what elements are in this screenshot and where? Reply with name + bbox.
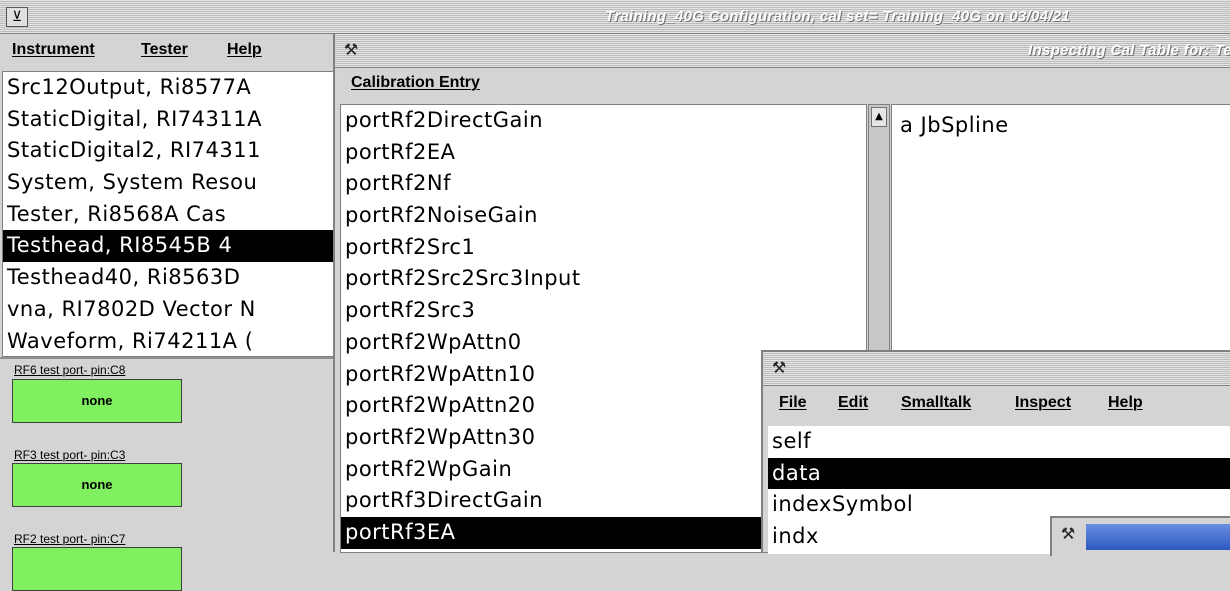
port-label-rf6: RF6 test port- pin:C8 [14,363,126,377]
scroll-up-arrow-icon[interactable]: ▲ [871,107,887,127]
menu-tester[interactable]: Tester [141,41,188,59]
inspector-field-item[interactable]: self [768,426,1230,458]
instrument-list-item[interactable]: Testhead, RI8545B 4 [3,230,341,263]
inspector-tool-icon[interactable]: ⚒ [1056,524,1080,544]
instrument-list-item[interactable]: Src12Output, Ri8577A [3,72,341,104]
mini-window-titlebar[interactable] [1086,524,1230,550]
menu-edit[interactable]: Edit [838,394,868,412]
detail-text: a JbSpline [900,113,1009,137]
calibration-entry-item[interactable]: portRf2NoiseGain [341,200,866,232]
window-menu-icon[interactable]: ⊻ [6,7,28,27]
main-window-titlebar[interactable]: ⊻ Training_40G Configuration, cal set= T… [0,0,1230,34]
main-window-title: Training_40G Configuration, cal set= Tra… [605,8,1070,25]
inspector-titlebar[interactable]: ⚒ [763,352,1230,386]
mini-window[interactable]: ⚒ [1050,516,1230,556]
calibration-entry-item[interactable]: portRf2Src3 [341,295,866,327]
calibration-entry-item[interactable]: portRf2Src1 [341,232,866,264]
calibration-entry-item[interactable]: portRf2DirectGain [341,105,866,137]
menu-help[interactable]: Help [1108,394,1143,412]
instrument-list[interactable]: Src12Output, Ri8577A StaticDigital, RI743… [2,71,342,357]
menu-smalltalk[interactable]: Smalltalk [901,394,971,412]
port-label-rf2: RF2 test port- pin:C7 [14,532,126,546]
instrument-list-item[interactable]: Testhead40, Ri8563D [3,262,341,294]
calibration-entry-item[interactable]: portRf2Src2Src3Input [341,263,866,295]
port-rf2-button[interactable] [12,547,182,591]
calibration-entry-item[interactable]: portRf2Nf [341,168,866,200]
instrument-list-item[interactable]: Tester, Ri8568A Cas [3,199,341,231]
menu-calibration-entry[interactable]: Calibration Entry [351,74,480,92]
cal-window-title: Inspecting Cal Table for: Te [1028,42,1230,59]
port-rf6-button[interactable]: none [12,379,182,423]
inspector-tool-icon[interactable]: ⚒ [767,358,791,378]
port-rf3-button[interactable]: none [12,463,182,507]
instrument-list-item[interactable]: StaticDigital2, RI74311 [3,135,341,167]
instrument-list-item[interactable]: StaticDigital, RI74311A [3,104,341,136]
instrument-list-item[interactable]: Waveform, Ri74211A ( [3,326,341,357]
menu-inspect[interactable]: Inspect [1015,394,1071,412]
port-panel: RF6 test port- pin:C8 none RF3 test port… [0,357,340,591]
inspector-menubar: File Edit Smalltalk Inspect Help [763,386,1230,422]
cal-window-titlebar[interactable]: ⚒ Inspecting Cal Table for: Te [335,34,1230,68]
menu-file[interactable]: File [779,394,807,412]
instrument-list-item[interactable]: System, System Resou [3,167,341,199]
inspector-window: ⚒ File Edit Smalltalk Inspect Help self d… [761,350,1230,556]
cal-menubar: Calibration Entry [335,68,1230,102]
calibration-entry-item[interactable]: portRf2EA [341,137,866,169]
menu-help[interactable]: Help [227,41,262,59]
main-menubar: Instrument Tester Help [0,34,340,68]
instrument-list-item[interactable]: vna, RI7802D Vector N [3,294,341,326]
port-label-rf3: RF3 test port- pin:C3 [14,448,126,462]
inspector-tool-icon[interactable]: ⚒ [339,40,363,60]
menu-instrument[interactable]: Instrument [12,41,95,59]
inspector-field-item[interactable]: data [768,457,1230,490]
